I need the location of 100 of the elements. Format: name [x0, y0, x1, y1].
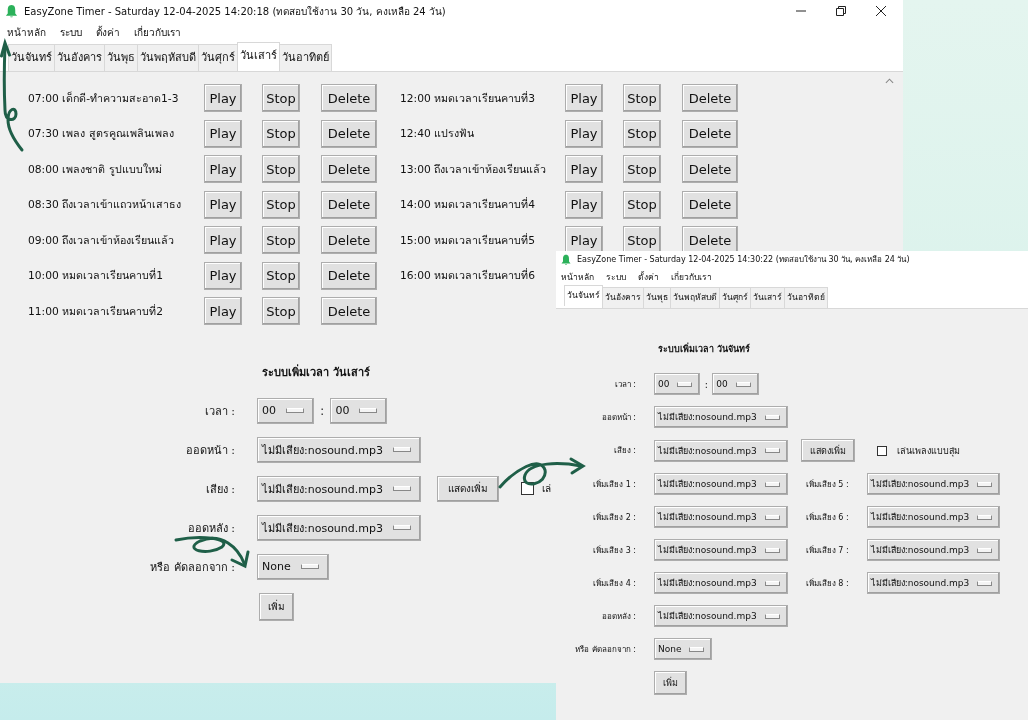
sound-dropdown[interactable]: None	[654, 638, 713, 660]
menu-item[interactable]: ตั้งค่า	[96, 24, 120, 40]
action-button[interactable]: Play	[565, 155, 603, 183]
action-button[interactable]: Delete	[682, 226, 738, 254]
action-button[interactable]: Delete	[682, 155, 738, 183]
tab[interactable]: วันอังคาร	[54, 44, 105, 71]
field-label: หรือ คัดลอกจาก :	[149, 559, 235, 576]
field-label: ออดหน้า :	[600, 411, 636, 424]
minute-dropdown[interactable]: 00	[330, 397, 388, 424]
sound-dropdown[interactable]: ไม่มีเสียง:nosound.mp3	[866, 473, 1001, 495]
tab[interactable]: วันพฤหัสบดี	[670, 287, 720, 308]
action-button[interactable]: Stop	[623, 155, 661, 183]
action-button[interactable]: Stop	[623, 84, 661, 112]
action-button[interactable]: Delete	[321, 119, 377, 148]
sound-dropdown[interactable]: ไม่มีเสียง:nosound.mp3	[654, 406, 788, 428]
add-button[interactable]: เพิ่ม	[654, 671, 687, 695]
dash-icon	[764, 547, 780, 553]
add-button[interactable]: เพิ่ม	[259, 592, 294, 621]
menu-item[interactable]: ตั้งค่า	[638, 269, 659, 284]
tab[interactable]: วันศุกร์	[719, 287, 751, 308]
action-button[interactable]: Stop	[262, 84, 300, 112]
menu-item[interactable]: หน้าหลัก	[7, 24, 46, 40]
field-label: เพิ่มเสียง 2 :	[592, 511, 636, 524]
menu-item[interactable]: ระบบ	[60, 24, 82, 40]
action-button[interactable]: Stop	[262, 155, 300, 183]
action-button[interactable]: Stop	[262, 226, 300, 254]
scroll-up-icon[interactable]	[884, 78, 894, 84]
action-button[interactable]: Stop	[623, 190, 661, 219]
tab[interactable]: วันศุกร์	[198, 44, 238, 71]
sound-dropdown[interactable]: ไม่มีเสียง:nosound.mp3	[257, 514, 421, 541]
tab[interactable]: วันจันทร์	[8, 44, 55, 71]
action-button[interactable]: Stop	[623, 226, 661, 254]
tab[interactable]: วันเสาร์	[750, 287, 785, 308]
tab[interactable]: วันพุธ	[104, 44, 138, 71]
restore-icon[interactable]	[835, 5, 847, 17]
action-button[interactable]: Stop	[262, 119, 300, 148]
schedule-label: 13:00 ถึงเวลาเข้าห้องเรียนแล้ว	[400, 161, 548, 178]
hour-dropdown[interactable]: 00	[654, 373, 701, 395]
menu-item[interactable]: เกี่ยวกับเรา	[134, 24, 181, 40]
sound-dropdown[interactable]: ไม่มีเสียง:nosound.mp3	[654, 572, 788, 594]
action-button[interactable]: Delete	[321, 84, 377, 112]
minute-dropdown[interactable]: 00	[712, 373, 759, 395]
tab[interactable]: วันพฤหัสบดี	[137, 44, 199, 71]
action-button[interactable]: Delete	[321, 190, 377, 219]
menu-item[interactable]: เกี่ยวกับเรา	[671, 269, 712, 284]
show-more-button[interactable]: แสดงเพิ่ม	[437, 475, 499, 502]
action-button[interactable]: Delete	[682, 84, 738, 112]
action-button[interactable]: Delete	[682, 119, 738, 148]
sound-dropdown[interactable]: ไม่มีเสียง:nosound.mp3	[654, 506, 788, 528]
action-button[interactable]: Play	[565, 226, 603, 254]
action-button[interactable]: Play	[565, 84, 603, 112]
tab[interactable]: วันพุธ	[643, 287, 671, 308]
bell-icon	[4, 3, 19, 19]
menu-item[interactable]: หน้าหลัก	[561, 269, 594, 284]
action-button[interactable]: Stop	[623, 119, 661, 148]
sound-dropdown[interactable]: ไม่มีเสียง:nosound.mp3	[654, 605, 788, 627]
tab[interactable]: วันจันทร์	[564, 285, 603, 306]
tab[interactable]: วันอาทิตย์	[784, 287, 828, 308]
sound-dropdown[interactable]: None	[257, 553, 329, 580]
close-icon[interactable]	[875, 5, 887, 17]
action-button[interactable]: Delete	[321, 155, 377, 183]
action-button[interactable]: Play	[204, 261, 242, 290]
sound-dropdown[interactable]: ไม่มีเสียง:nosound.mp3	[866, 539, 1001, 561]
dash-icon	[764, 481, 780, 487]
schedule-label: 10:00 หมดเวลาเรียนคาบที่1	[28, 267, 164, 284]
menu-item[interactable]: ระบบ	[606, 269, 626, 284]
form-heading: ระบบเพิ่มเวลา วันเสาร์	[262, 363, 370, 381]
field-label: ออดหน้า :	[184, 442, 235, 459]
action-button[interactable]: Play	[565, 119, 603, 148]
action-button[interactable]: Stop	[262, 190, 300, 219]
sound-dropdown[interactable]: ไม่มีเสียง:nosound.mp3	[654, 473, 788, 495]
action-button[interactable]: Play	[204, 119, 242, 148]
action-button[interactable]: Delete	[321, 226, 377, 254]
action-button[interactable]: Play	[565, 190, 603, 219]
sound-dropdown[interactable]: ไม่มีเสียง:nosound.mp3	[257, 475, 421, 502]
hour-dropdown[interactable]: 00	[257, 397, 314, 424]
action-button[interactable]: Play	[204, 297, 242, 325]
action-button[interactable]: Play	[204, 155, 242, 183]
action-button[interactable]: Play	[204, 84, 242, 112]
sound-dropdown[interactable]: ไม่มีเสียง:nosound.mp3	[654, 539, 788, 561]
action-button[interactable]: Delete	[321, 297, 377, 325]
tab[interactable]: วันอังคาร	[602, 287, 644, 308]
action-button[interactable]: Play	[204, 226, 242, 254]
sound-dropdown[interactable]: ไม่มีเสียง:nosound.mp3	[866, 506, 1001, 528]
action-button[interactable]: Stop	[262, 261, 300, 290]
action-button[interactable]: Delete	[321, 261, 377, 290]
field-label: เวลา :	[613, 378, 636, 391]
action-button[interactable]: Play	[204, 190, 242, 219]
dash-icon	[764, 448, 780, 453]
sound-dropdown[interactable]: ไม่มีเสียง:nosound.mp3	[257, 436, 421, 463]
action-button[interactable]: Stop	[262, 297, 300, 325]
dash-icon	[764, 613, 780, 619]
tab[interactable]: วันอาทิตย์	[279, 44, 332, 71]
field-label: เพิ่มเสียง 3 :	[592, 544, 636, 557]
show-more-button[interactable]: แสดงเพิ่ม	[800, 439, 855, 462]
action-button[interactable]: Delete	[682, 190, 738, 219]
field-label: เวลา :	[203, 403, 235, 420]
sound-dropdown[interactable]: ไม่มีเสียง:nosound.mp3	[866, 572, 1001, 594]
sound-dropdown[interactable]: ไม่มีเสียง:nosound.mp3	[654, 439, 788, 462]
checkbox[interactable]	[876, 445, 887, 456]
